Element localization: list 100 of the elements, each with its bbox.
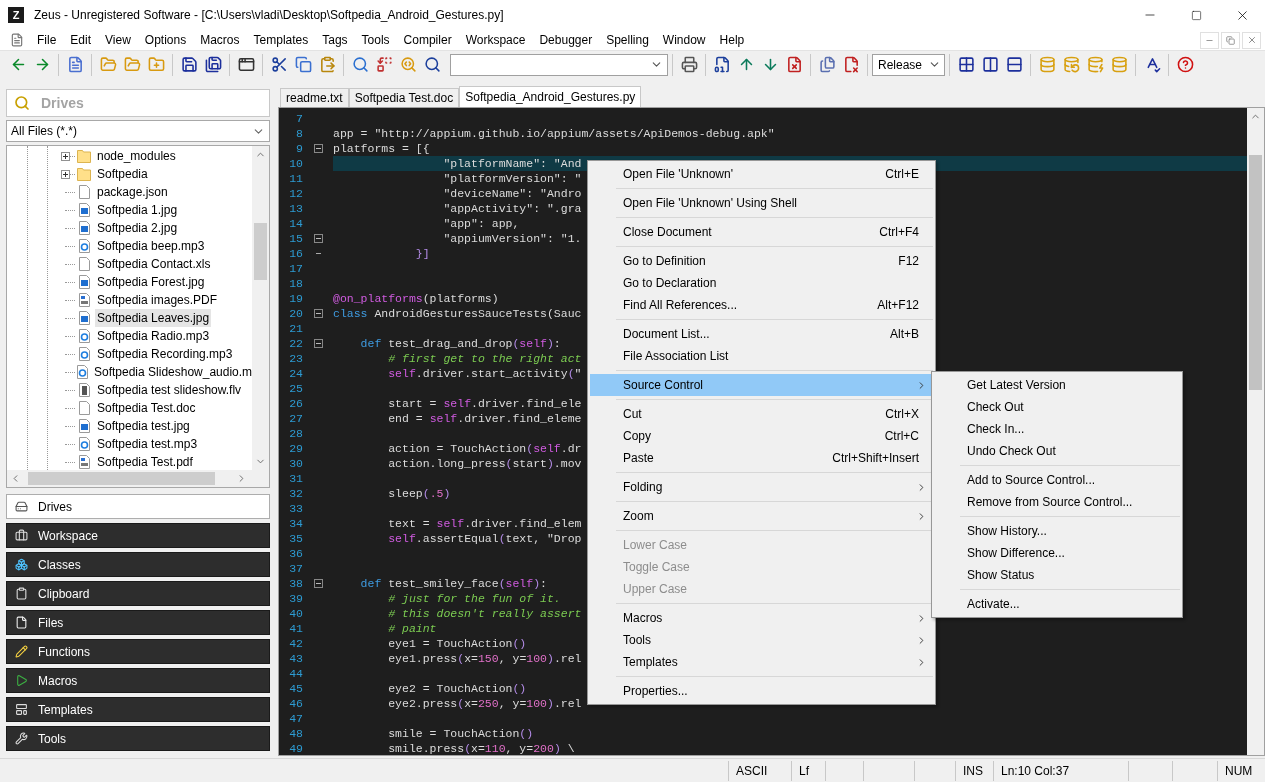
panel-button[interactable]: Functions — [6, 639, 270, 664]
menu-item[interactable]: View — [98, 31, 138, 49]
tree-item[interactable]: Softpedia Slideshow_audio.m — [92, 363, 252, 381]
tree-item[interactable]: package.json — [95, 183, 170, 201]
scrollbar-thumb[interactable] — [28, 472, 215, 485]
menu-item[interactable]: Properties... — [590, 680, 933, 702]
collapse-icon[interactable] — [313, 309, 323, 318]
tree-item[interactable]: Softpedia Leaves.jpg — [95, 309, 212, 327]
toolbar-button[interactable] — [956, 54, 976, 75]
toolbar-button[interactable] — [374, 54, 394, 75]
menu-item[interactable]: Spelling — [599, 31, 656, 49]
toolbar-button[interactable] — [712, 54, 732, 75]
panel-button[interactable]: Files — [6, 610, 270, 635]
file-tab[interactable]: Softpedia Test.doc — [348, 88, 460, 107]
file-tab[interactable]: Softpedia_Android_Gestures.py — [459, 86, 642, 107]
panel-button[interactable]: Clipboard — [6, 581, 270, 606]
menu-item[interactable]: Source Control — [590, 374, 933, 396]
tree-item[interactable]: node_modules — [95, 147, 178, 165]
tree-item[interactable]: Softpedia Radio.mp3 — [95, 327, 212, 345]
tree-item[interactable]: Softpedia test.jpg — [95, 417, 192, 435]
toolbar-button[interactable] — [203, 54, 223, 75]
menu-item[interactable]: Compiler — [396, 31, 459, 49]
tree-item[interactable]: Softpedia test.mp3 — [95, 435, 200, 453]
restore-button[interactable] — [1221, 31, 1240, 49]
menu-item[interactable]: Find All References... Alt+F12 — [590, 294, 933, 316]
tree-item[interactable]: Softpedia 2.jpg — [95, 219, 180, 237]
menu-item[interactable]: Check In... — [934, 418, 1180, 440]
menu-item[interactable]: Close Document Ctrl+F4 — [590, 221, 933, 243]
menu-item[interactable]: Options — [137, 31, 194, 49]
tree-item[interactable]: Softpedia 1.jpg — [95, 201, 180, 219]
tree-item[interactable]: Softpedia Contact.xls — [95, 255, 213, 273]
menu-item[interactable]: Help — [712, 31, 752, 49]
menu-item[interactable]: Macros — [590, 607, 933, 629]
toolbar-button[interactable] — [179, 54, 199, 75]
close-button[interactable] — [1242, 31, 1261, 49]
scrollbar[interactable] — [1247, 108, 1264, 755]
file-tab[interactable]: readme.txt — [280, 88, 349, 107]
collapse-icon[interactable] — [313, 579, 323, 588]
menu-item[interactable]: Macros — [193, 31, 247, 49]
toolbar-button[interactable] — [269, 54, 289, 75]
collapse-icon[interactable] — [313, 144, 323, 153]
tree-item[interactable]: Softpedia test slideshow.flv — [95, 381, 244, 399]
toolbar-button[interactable] — [980, 54, 1000, 75]
configuration-combo[interactable]: Release — [872, 53, 945, 76]
scrollbar[interactable] — [7, 470, 269, 487]
menu-item[interactable]: Open File 'Unknown' Ctrl+E — [590, 163, 933, 185]
menu-item[interactable]: Show Difference... — [934, 542, 1180, 564]
toolbar-button[interactable] — [422, 54, 442, 75]
tree-item[interactable]: Softpedia beep.mp3 — [95, 237, 207, 255]
menu-item[interactable]: Open File 'Unknown' Using Shell — [590, 192, 933, 214]
search-combo[interactable] — [450, 53, 668, 76]
menu-item[interactable]: Tags — [315, 31, 355, 49]
menu-item[interactable]: Edit — [63, 31, 99, 49]
menu-item[interactable]: Tools — [590, 629, 933, 651]
collapse-icon[interactable] — [313, 234, 323, 243]
scrollbar-thumb[interactable] — [1249, 155, 1262, 390]
menu-item[interactable]: Debugger — [532, 31, 600, 49]
menu-item[interactable]: Paste Ctrl+Shift+Insert — [590, 447, 933, 469]
menu-item[interactable]: Window — [655, 31, 713, 49]
menu-item[interactable]: Add to Source Control... — [934, 469, 1180, 491]
expand-icon[interactable] — [61, 169, 70, 179]
menu-item[interactable]: Workspace — [458, 31, 533, 49]
menu-item[interactable]: Go to Declaration — [590, 272, 933, 294]
scrollbar[interactable] — [252, 146, 269, 470]
tree-item[interactable]: Softpedia images.PDF — [95, 291, 220, 309]
menu-item[interactable]: Document List... Alt+B — [590, 323, 933, 345]
menu-item[interactable]: Undo Check Out — [934, 440, 1180, 462]
menu-item[interactable]: File — [30, 31, 64, 49]
tree-item[interactable]: Softpedia Recording.mp3 — [95, 345, 235, 363]
tree-item[interactable]: Softpedia Forest.jpg — [95, 273, 207, 291]
menu-item[interactable]: Cut Ctrl+X — [590, 403, 933, 425]
panel-button[interactable]: Templates — [6, 697, 270, 722]
filter-combo[interactable]: All Files (*.*) — [6, 120, 270, 142]
toolbar-button[interactable] — [1004, 54, 1024, 75]
menu-item[interactable]: Zoom — [590, 505, 933, 527]
menu-item[interactable]: File Association List — [590, 345, 933, 367]
scrollbar-thumb[interactable] — [254, 223, 267, 280]
menu-item[interactable]: Go to Definition F12 — [590, 250, 933, 272]
toolbar-button[interactable] — [679, 54, 699, 75]
menu-item[interactable]: Remove from Source Control... — [934, 491, 1180, 513]
menu-item[interactable]: Templates — [590, 651, 933, 673]
panel-button[interactable]: Tools — [6, 726, 270, 751]
collapse-icon[interactable] — [313, 339, 323, 348]
menu-item[interactable]: Activate... — [934, 593, 1180, 615]
expand-icon[interactable] — [61, 151, 70, 161]
panel-button[interactable]: Macros — [6, 668, 270, 693]
menu-item[interactable]: Check Out — [934, 396, 1180, 418]
menu-item[interactable]: Get Latest Version — [934, 374, 1180, 396]
panel-button[interactable]: Drives — [6, 494, 270, 519]
tree-item[interactable]: Softpedia — [95, 165, 150, 183]
panel-button[interactable]: Classes — [6, 552, 270, 577]
toolbar-button[interactable] — [1175, 54, 1195, 75]
tree-item[interactable]: Softpedia Test.pdf — [95, 453, 195, 470]
menu-item[interactable]: Show History... — [934, 520, 1180, 542]
menu-item[interactable]: Show Status — [934, 564, 1180, 586]
tree-item[interactable]: Softpedia Test.doc — [95, 399, 198, 417]
menu-item[interactable]: Folding — [590, 476, 933, 498]
menu-item[interactable]: Copy Ctrl+C — [590, 425, 933, 447]
menu-item[interactable]: Templates — [246, 31, 316, 49]
menu-item[interactable]: Tools — [354, 31, 397, 49]
